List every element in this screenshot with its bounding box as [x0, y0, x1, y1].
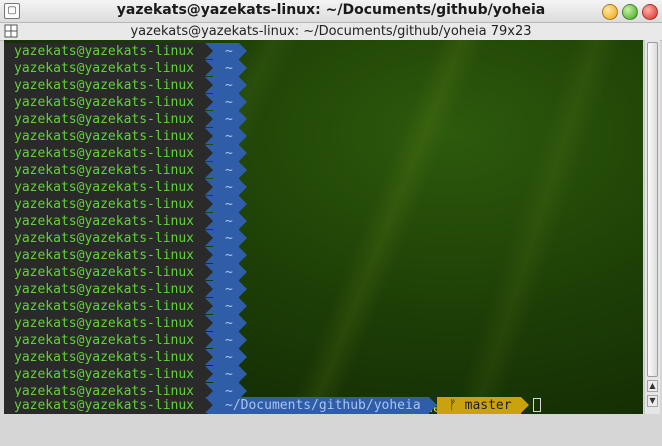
prompt-user-host: yazekats@yazekats-linux — [4, 349, 213, 366]
prompt-user-host: yazekats@yazekats-linux — [4, 264, 213, 281]
terminal-line: yazekats@yazekats-linux ~ — [4, 60, 643, 77]
prompt-user-host: yazekats@yazekats-linux — [4, 298, 213, 315]
prompt-directory: ~ — [205, 281, 247, 298]
prompt-directory: ~ — [205, 196, 247, 213]
window-title: yazekats@yazekats-linux: ~/Documents/git… — [116, 2, 546, 18]
tab-title[interactable]: yazekats@yazekats-linux: ~/Documents/git… — [0, 24, 662, 39]
window-titlebar[interactable]: ▢ yazekats@yazekats-linux: ~/Documents/g… — [0, 0, 662, 23]
prompt-directory: ~ — [205, 332, 247, 349]
terminal-line: yazekats@yazekats-linux ~ — [4, 196, 643, 213]
prompt-user-host: yazekats@yazekats-linux — [4, 162, 213, 179]
terminal-line: yazekats@yazekats-linux ~ — [4, 332, 643, 349]
prompt-directory: ~ — [205, 43, 247, 60]
terminal-line: yazekats@yazekats-linux ~ — [4, 315, 643, 332]
minimize-button[interactable] — [602, 4, 618, 20]
terminal-line: yazekats@yazekats-linux ~ — [4, 179, 643, 196]
terminal-line: yazekats@yazekats-linux ~ — [4, 230, 643, 247]
terminal-line: yazekats@yazekats-linux ~ — [4, 128, 643, 145]
prompt-directory: ~ — [205, 315, 247, 332]
prompt-directory: ~ — [205, 179, 247, 196]
prompt-directory: ~ — [205, 162, 247, 179]
prompt-directory: ~ — [205, 366, 247, 383]
scroll-down-arrow-icon[interactable]: ▼ — [647, 395, 658, 407]
close-button[interactable] — [642, 4, 658, 20]
prompt-directory: ~ — [205, 247, 247, 264]
current-prompt-line: yazekats@yazekats-linux ~/Documents/gith… — [4, 397, 643, 414]
prompt-user-host: yazekats@yazekats-linux — [4, 230, 213, 247]
prompt-user-host: yazekats@yazekats-linux — [4, 43, 213, 60]
terminal-line: yazekats@yazekats-linux ~ — [4, 264, 643, 281]
prompt-directory: ~ — [205, 230, 247, 247]
window-bottom-frame — [0, 414, 662, 446]
prompt-user-host: yazekats@yazekats-linux — [4, 397, 213, 414]
terminal-line: yazekats@yazekats-linux ~ — [4, 247, 643, 264]
prompt-git-branch: ᚠ master — [437, 397, 529, 414]
prompt-user-host: yazekats@yazekats-linux — [4, 145, 213, 162]
terminal-line: yazekats@yazekats-linux ~ — [4, 43, 643, 60]
prompt-directory: ~ — [205, 213, 247, 230]
prompt-user-host: yazekats@yazekats-linux — [4, 281, 213, 298]
terminal-output[interactable]: yazekats@yazekats-linux ~ yazekats@yazekat… — [4, 40, 643, 414]
maximize-button[interactable] — [622, 4, 638, 20]
prompt-user-host: yazekats@yazekats-linux — [4, 111, 213, 128]
prompt-user-host: yazekats@yazekats-linux — [4, 315, 213, 332]
terminal-line: yazekats@yazekats-linux ~ — [4, 366, 643, 383]
prompt-directory: ~ — [205, 128, 247, 145]
tab-bar: yazekats@yazekats-linux: ~/Documents/git… — [0, 23, 662, 41]
terminal-line: yazekats@yazekats-linux ~ — [4, 111, 643, 128]
prompt-directory: ~ — [205, 111, 247, 128]
prompt-directory: ~ — [205, 94, 247, 111]
terminal-line: yazekats@yazekats-linux ~ — [4, 145, 643, 162]
prompt-user-host: yazekats@yazekats-linux — [4, 94, 213, 111]
prompt-user-host: yazekats@yazekats-linux — [4, 77, 213, 94]
prompt-directory: ~ — [205, 60, 247, 77]
prompt-directory: ~ — [205, 298, 247, 315]
text-cursor — [533, 398, 541, 412]
terminal-line: yazekats@yazekats-linux ~ — [4, 162, 643, 179]
terminal-line: yazekats@yazekats-linux ~ — [4, 77, 643, 94]
prompt-directory: ~ — [205, 349, 247, 366]
prompt-directory: ~/Documents/github/yoheia — [205, 397, 437, 414]
terminal-line: yazekats@yazekats-linux ~ — [4, 281, 643, 298]
prompt-user-host: yazekats@yazekats-linux — [4, 60, 213, 77]
scrollbar-thumb[interactable] — [647, 42, 658, 377]
terminal-line: yazekats@yazekats-linux ~ — [4, 349, 643, 366]
prompt-directory: ~ — [205, 145, 247, 162]
prompt-user-host: yazekats@yazekats-linux — [4, 247, 213, 264]
terminal-line: yazekats@yazekats-linux ~ — [4, 298, 643, 315]
prompt-user-host: yazekats@yazekats-linux — [4, 332, 213, 349]
prompt-user-host: yazekats@yazekats-linux — [4, 128, 213, 145]
vertical-scrollbar[interactable]: ▲ ▼ — [644, 40, 660, 414]
prompt-user-host: yazekats@yazekats-linux — [4, 366, 213, 383]
terminal-line: yazekats@yazekats-linux ~ — [4, 213, 643, 230]
prompt-user-host: yazekats@yazekats-linux — [4, 213, 213, 230]
prompt-user-host: yazekats@yazekats-linux — [4, 196, 213, 213]
scroll-up-arrow-icon[interactable]: ▲ — [647, 380, 658, 392]
prompt-user-host: yazekats@yazekats-linux — [4, 179, 213, 196]
terminal-line: yazekats@yazekats-linux ~ — [4, 94, 643, 111]
prompt-directory: ~ — [205, 264, 247, 281]
prompt-directory: ~ — [205, 77, 247, 94]
